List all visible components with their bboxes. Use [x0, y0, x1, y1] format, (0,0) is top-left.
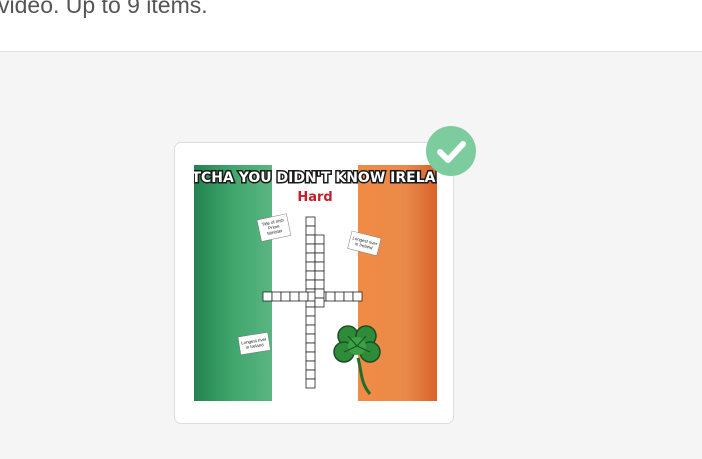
crossword-cell [280, 291, 291, 302]
crossword-cell [305, 324, 316, 335]
crossword-cell [314, 252, 325, 263]
media-gallery: Title of Irish Prime Minister Longest ri… [0, 52, 702, 459]
crossword-cell [305, 378, 316, 389]
crossword-thumbnail[interactable]: Title of Irish Prime Minister Longest ri… [194, 165, 437, 401]
crossword-cell [314, 279, 325, 290]
crossword-cell [314, 234, 325, 245]
crossword-cell [314, 288, 325, 299]
crossword-cell [343, 291, 354, 302]
crossword-cell [305, 342, 316, 353]
crossword-cell [305, 315, 316, 326]
crossword-cell [314, 270, 325, 281]
crossword-cell [325, 291, 336, 302]
crossword-cell [305, 261, 316, 272]
crossword-cell [314, 243, 325, 254]
crossword-cell [305, 216, 316, 227]
crossword-cell [314, 297, 325, 308]
crossword-cell [298, 291, 309, 302]
crossword-cell [314, 261, 325, 272]
crossword-cell [289, 291, 300, 302]
crossword-cell [305, 360, 316, 371]
crossword-cell [305, 252, 316, 263]
crossword-cell [271, 291, 282, 302]
crossword-cell [305, 234, 316, 245]
crossword-cell [305, 369, 316, 380]
flag-orange-band [358, 165, 437, 401]
crossword-cell [305, 333, 316, 344]
crossword-cell [262, 291, 273, 302]
media-item-card[interactable]: Title of Irish Prime Minister Longest ri… [174, 126, 476, 424]
crossword-cell [305, 306, 316, 317]
instruction-text: video. Up to 9 items. [0, 0, 208, 18]
thumbnail-title: BETCHA YOU DIDN'T KNOW IRELAND [194, 170, 437, 186]
crossword-cell [305, 243, 316, 254]
crossword-cell [352, 291, 363, 302]
crossword-cell [305, 270, 316, 281]
crossword-cell [305, 279, 316, 290]
crossword-cell [305, 351, 316, 362]
crossword-cell [334, 291, 345, 302]
header: video. Up to 9 items. [0, 0, 702, 52]
selected-check-icon[interactable] [426, 126, 476, 176]
flag-green-band [194, 165, 272, 401]
crossword-cell [305, 225, 316, 236]
thumbnail-subtitle: Hard [297, 190, 332, 205]
